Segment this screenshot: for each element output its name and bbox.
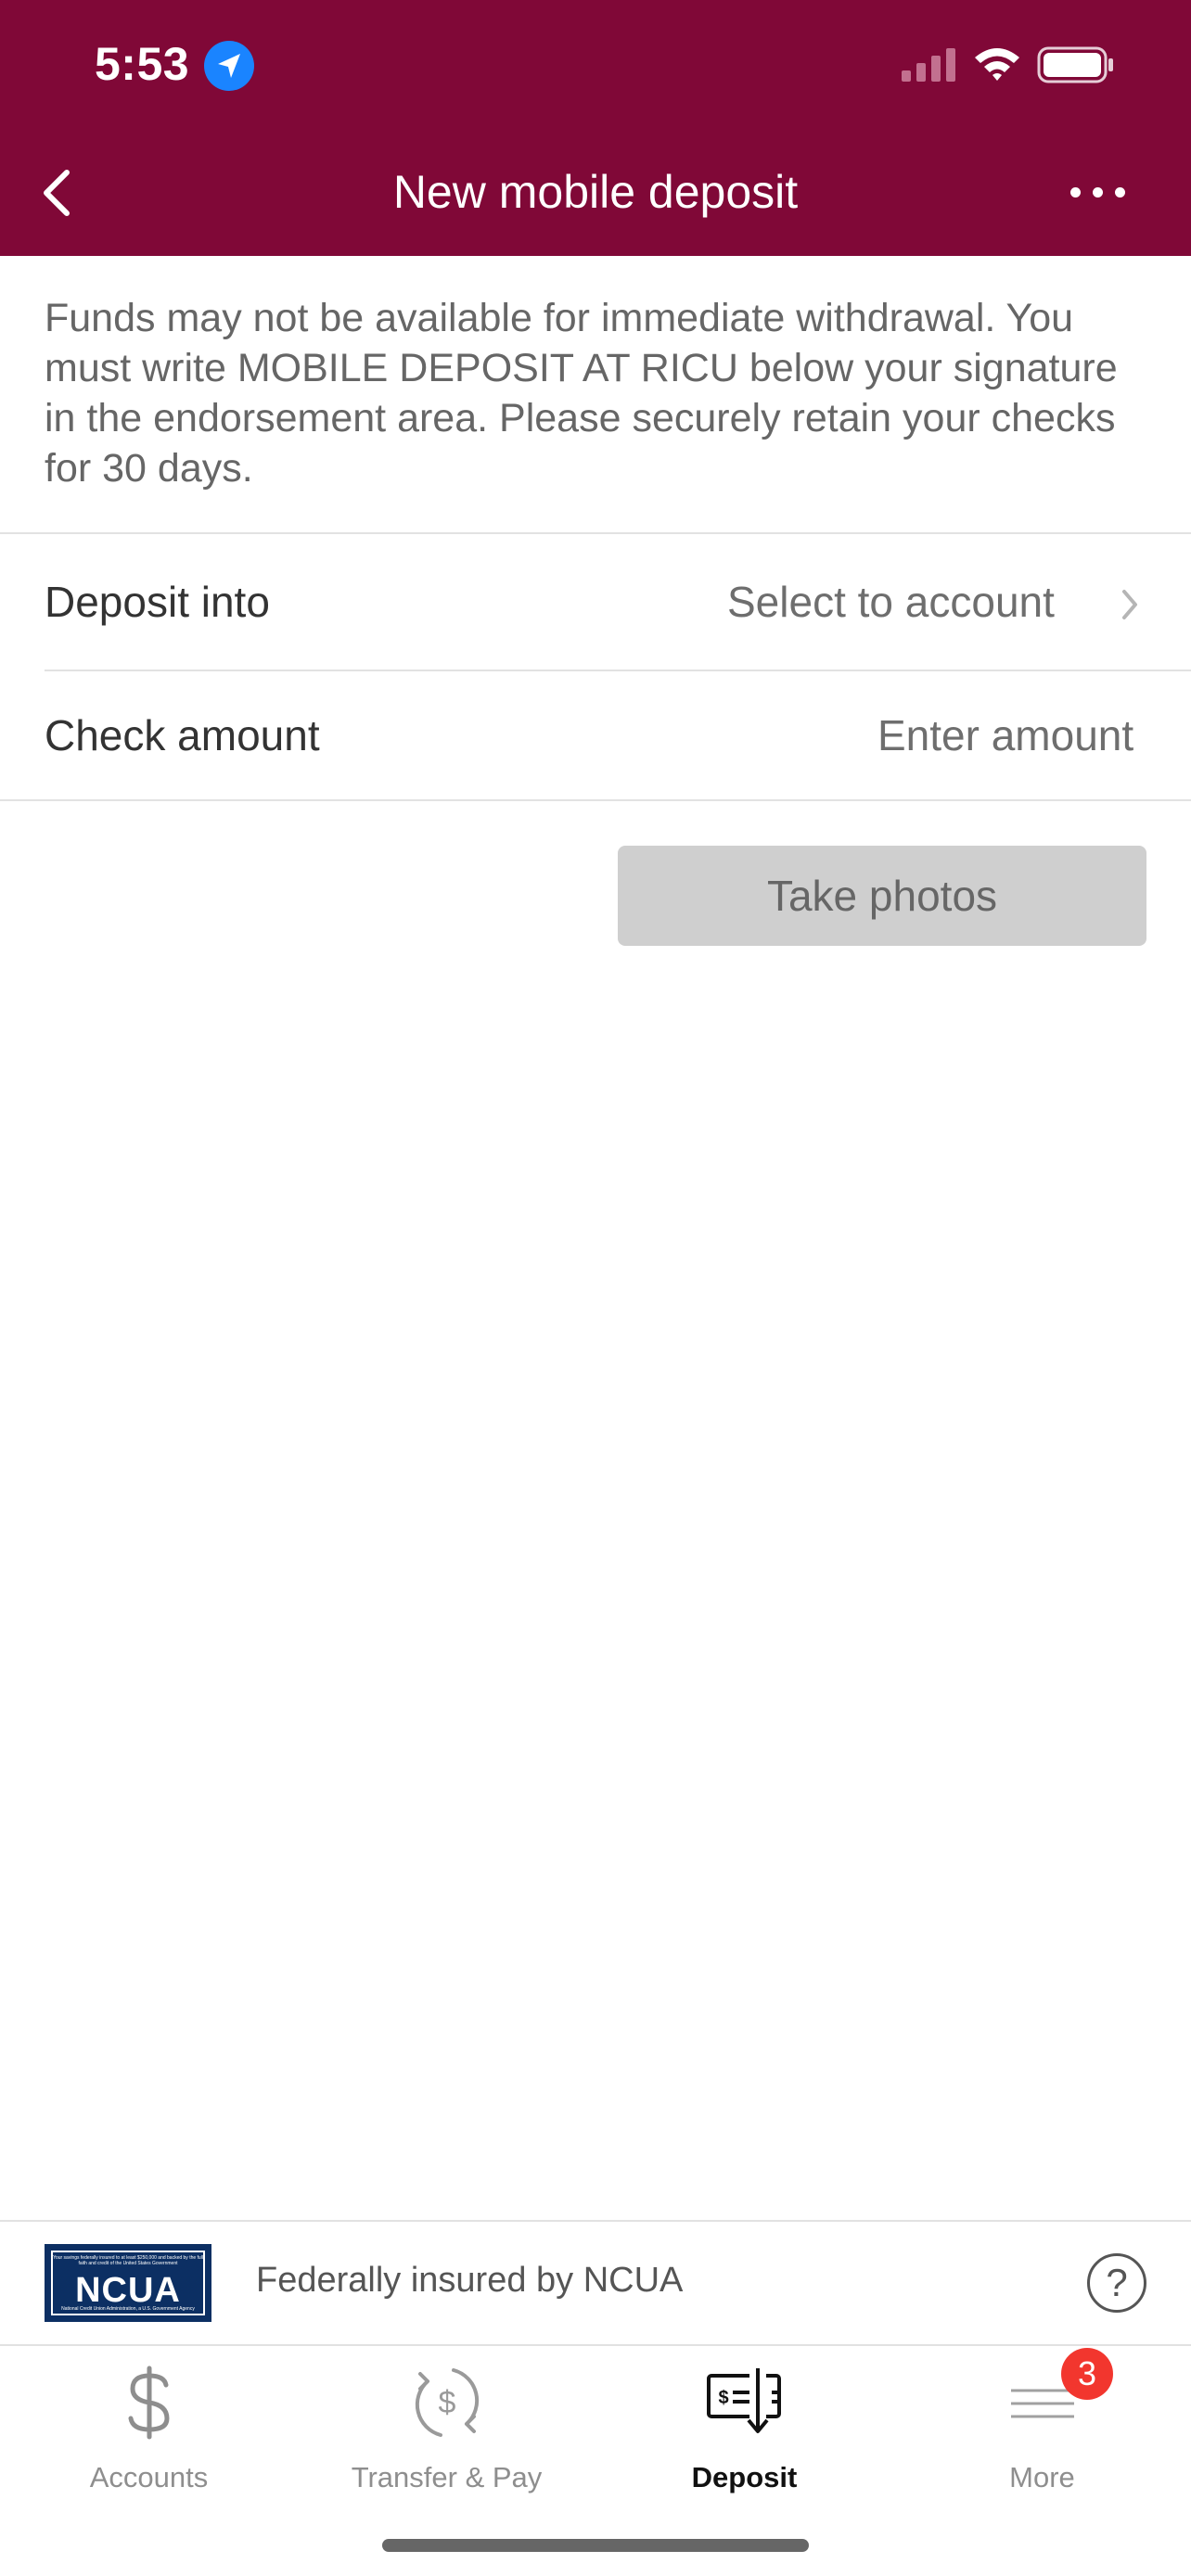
tab-accounts[interactable]: Accounts bbox=[0, 2346, 298, 2494]
cellular-signal-icon bbox=[902, 48, 955, 82]
chevron-right-icon bbox=[1122, 590, 1137, 619]
tab-transfer-pay-label: Transfer & Pay bbox=[351, 2461, 543, 2493]
dollar-icon bbox=[128, 2366, 170, 2440]
home-indicator[interactable] bbox=[382, 2539, 809, 2552]
check-amount-label: Check amount bbox=[45, 711, 320, 759]
nav-bar: New mobile deposit bbox=[0, 139, 1191, 256]
status-time: 5:53 bbox=[95, 38, 190, 90]
ncua-fine-print-top: Your savings federally insured to at lea… bbox=[53, 2255, 203, 2266]
deposit-notice: Funds may not be available for immediate… bbox=[45, 296, 1118, 491]
svg-text:$: $ bbox=[718, 2388, 728, 2408]
ncua-fine-print-bottom: National Credit Union Administration, a … bbox=[61, 2306, 195, 2312]
notification-badge: 3 bbox=[1061, 2348, 1113, 2400]
tab-deposit-label: Deposit bbox=[691, 2461, 798, 2493]
battery-icon bbox=[1037, 46, 1113, 83]
tab-more[interactable]: More bbox=[893, 2346, 1191, 2494]
tab-transfer-pay[interactable]: $ Transfer & Pay bbox=[298, 2346, 596, 2494]
insurance-strip: Your savings federally insured to at lea… bbox=[0, 2222, 1191, 2344]
deposit-into-row[interactable]: Deposit into Select to account bbox=[0, 534, 1191, 670]
location-arrow-icon bbox=[204, 41, 254, 91]
question-circle-icon[interactable]: ? bbox=[1087, 2253, 1146, 2313]
deposit-into-label: Deposit into bbox=[45, 578, 270, 626]
divider bbox=[0, 799, 1191, 801]
ellipsis-icon bbox=[1070, 187, 1081, 198]
top-bar: 5:53 New mobile deposit bbox=[0, 0, 1191, 256]
more-options-button[interactable] bbox=[1056, 169, 1139, 215]
check-amount-input[interactable]: Enter amount bbox=[877, 710, 1133, 760]
deposit-into-value[interactable]: Select to account bbox=[727, 577, 1055, 627]
ncua-logo-text: NCUA bbox=[75, 2271, 181, 2310]
tab-more-label: More bbox=[1009, 2461, 1075, 2493]
insurance-text: Federally insured by NCUA bbox=[256, 2261, 684, 2300]
status-bar: 5:53 bbox=[0, 0, 1191, 139]
tab-accounts-label: Accounts bbox=[89, 2461, 209, 2493]
wifi-icon bbox=[975, 48, 1019, 81]
check-deposit-icon: $ bbox=[706, 2368, 781, 2433]
tab-deposit[interactable]: $ Deposit bbox=[596, 2346, 893, 2494]
svg-text:$: $ bbox=[438, 2385, 455, 2420]
transfer-dollar-icon: $ bbox=[415, 2368, 479, 2437]
ncua-logo: Your savings federally insured to at lea… bbox=[45, 2244, 211, 2322]
check-amount-row[interactable]: Check amount Enter amount bbox=[0, 671, 1191, 807]
take-photos-button[interactable]: Take photos bbox=[618, 846, 1146, 946]
page-title: New mobile deposit bbox=[392, 166, 799, 218]
